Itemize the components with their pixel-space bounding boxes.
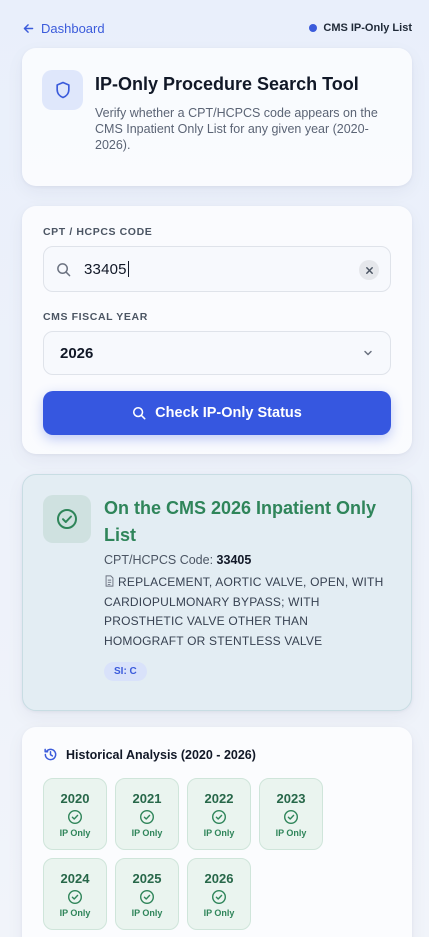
history-title: Historical Analysis (2020 - 2026) xyxy=(66,747,256,762)
check-circle-icon xyxy=(67,889,83,904)
year-label: 2025 xyxy=(132,870,162,886)
check-circle-icon xyxy=(211,889,227,904)
search-form-card: CPT / HCPCS CODE 33405 CMS FISCAL YEAR 2… xyxy=(22,206,412,454)
history-icon xyxy=(44,748,57,761)
page-title: IP-Only Procedure Search Tool xyxy=(95,74,359,94)
year-status: IP Only xyxy=(203,827,235,838)
year-status: IP Only xyxy=(59,907,91,918)
status-indicator-badge: SI: C xyxy=(104,662,147,681)
check-circle-icon xyxy=(211,809,227,824)
year-label: 2026 xyxy=(204,870,234,886)
check-circle-icon xyxy=(283,809,299,824)
result-title: On the CMS 2026 Inpatient Only List xyxy=(104,498,377,545)
page-subtitle: Verify whether a CPT/HCPCS code appears … xyxy=(95,106,378,152)
status-dot-icon xyxy=(309,24,318,32)
back-to-dashboard-link[interactable]: Dashboard xyxy=(22,21,105,36)
year-status: IP Only xyxy=(275,827,307,838)
result-description: REPLACEMENT, AORTIC VALVE, OPEN, WITH CA… xyxy=(104,573,391,651)
chevron-down-icon xyxy=(364,350,372,356)
code-field-label: CPT / HCPCS CODE xyxy=(43,226,153,238)
check-circle-icon xyxy=(67,809,83,824)
shield-icon xyxy=(42,70,83,110)
check-status-label: Check IP-Only Status xyxy=(155,405,302,421)
year-label: 2021 xyxy=(132,790,162,806)
result-code-prefix: CPT/HCPCS Code: xyxy=(104,553,214,567)
status-label: CMS IP-Only List xyxy=(323,22,412,34)
year-grid: 2020 IP Only 2021 IP Only 2022 IP Only 2… xyxy=(43,778,391,930)
year-label: 2023 xyxy=(276,790,306,806)
check-circle-icon xyxy=(139,809,155,824)
document-icon xyxy=(105,575,114,587)
code-input[interactable]: 33405 xyxy=(43,246,391,292)
year-tile-2022[interactable]: 2022 IP Only xyxy=(187,778,251,850)
year-tile-2021[interactable]: 2021 IP Only xyxy=(115,778,179,850)
arrow-left-icon xyxy=(23,23,34,33)
year-label: 2022 xyxy=(204,790,234,806)
check-status-button[interactable]: Check IP-Only Status xyxy=(43,391,391,435)
search-icon xyxy=(133,406,146,420)
year-label: 2024 xyxy=(60,870,90,886)
year-tile-2023[interactable]: 2023 IP Only xyxy=(259,778,323,850)
history-card: Historical Analysis (2020 - 2026) 2020 I… xyxy=(22,727,412,937)
year-status: IP Only xyxy=(131,907,163,918)
result-code-line: CPT/HCPCS Code: 33405 xyxy=(104,553,391,567)
text-caret xyxy=(127,261,129,277)
year-label: 2020 xyxy=(60,790,90,806)
year-tile-2024[interactable]: 2024 IP Only xyxy=(43,858,107,930)
close-icon xyxy=(365,266,373,274)
result-card: On the CMS 2026 Inpatient Only List CPT/… xyxy=(22,474,412,711)
year-select-value: 2026 xyxy=(60,344,94,362)
year-field-label: CMS FISCAL YEAR xyxy=(43,311,148,323)
year-status: IP Only xyxy=(203,907,235,918)
clear-input-button[interactable] xyxy=(359,260,379,280)
result-code: 33405 xyxy=(216,553,252,567)
year-select[interactable]: 2026 xyxy=(43,331,391,375)
check-circle-icon xyxy=(43,495,91,543)
year-tile-2026[interactable]: 2026 IP Only xyxy=(187,858,251,930)
year-status: IP Only xyxy=(131,827,163,838)
back-link-label: Dashboard xyxy=(41,20,105,36)
header-card: IP-Only Procedure Search Tool Verify whe… xyxy=(22,48,412,186)
year-tile-2025[interactable]: 2025 IP Only xyxy=(115,858,179,930)
code-input-value[interactable]: 33405 xyxy=(84,261,127,278)
year-status: IP Only xyxy=(59,827,91,838)
result-description-text: REPLACEMENT, AORTIC VALVE, OPEN, WITH CA… xyxy=(104,575,384,648)
year-tile-2020[interactable]: 2020 IP Only xyxy=(43,778,107,850)
check-circle-icon xyxy=(139,889,155,904)
search-icon xyxy=(57,262,71,276)
list-status-indicator: CMS IP-Only List xyxy=(309,22,412,34)
